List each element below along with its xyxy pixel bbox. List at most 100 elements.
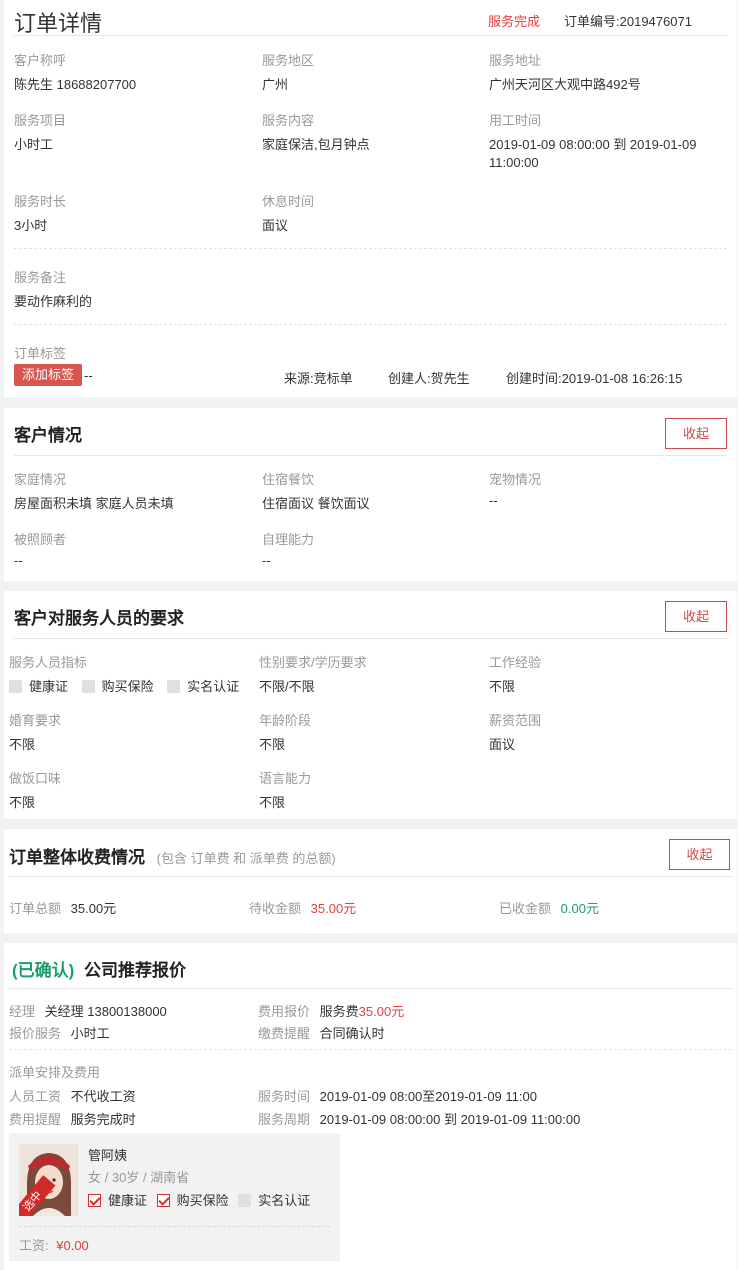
customer-panel: 客户情况 收起 家庭情况 房屋面积未填 家庭人员未填 住宿餐饮 住宿面议 餐饮面… xyxy=(4,408,737,581)
lodging-label: 住宿餐饮 xyxy=(262,472,315,487)
pending-amount-value: 35.00元 xyxy=(310,901,357,916)
service-time-value: 2019-01-09 08:00至2019-01-09 11:00 xyxy=(319,1089,537,1104)
remark-label: 服务备注 xyxy=(14,270,67,285)
family-value: 房屋面积未填 家庭人员未填 xyxy=(14,496,174,511)
self-care-label: 自理能力 xyxy=(262,532,315,547)
quote-section-title: 公司推荐报价 xyxy=(83,961,186,980)
fees-header: 订单整体收费情况 (包含 订单费 和 派单费 的总额) xyxy=(9,843,336,868)
salary-value: 面议 xyxy=(489,737,516,752)
service-address-value: 广州天河区大观中路492号 xyxy=(489,77,641,92)
service-time-row: 服务时间 2019-01-09 08:00至2019-01-09 11:00 xyxy=(258,1086,537,1105)
worker-cert-insurance-label: 购买保险 xyxy=(176,1193,229,1208)
tag-value: -- xyxy=(84,368,93,383)
checkbox-checked-icon xyxy=(156,1194,170,1207)
gender-edu-value: 不限/不限 xyxy=(259,679,315,694)
order-number-value: 2019476071 xyxy=(619,14,692,29)
requirements-section-title: 客户对服务人员的要求 xyxy=(14,609,184,628)
quote-service-row: 报价服务 小时工 xyxy=(9,1023,110,1042)
service-area-label: 服务地区 xyxy=(262,53,315,68)
duration-value: 3小时 xyxy=(14,218,48,233)
fees-panel: 订单整体收费情况 (包含 订单费 和 派单费 的总额) 收起 订单总额 35.0… xyxy=(4,829,737,933)
family-label: 家庭情况 xyxy=(14,472,67,487)
manager-value: 关经理 13800138000 xyxy=(44,1004,167,1019)
created-label: 创建时间: xyxy=(506,371,562,386)
period-value: 2019-01-09 08:00:00 到 2019-01-09 11:00:0… xyxy=(319,1112,581,1127)
service-content-value: 家庭保洁,包月钟点 xyxy=(262,137,370,152)
checkbox-icon xyxy=(9,680,22,693)
total-amount-value: 35.00元 xyxy=(70,901,117,916)
manager-row: 经理 关经理 13800138000 xyxy=(9,1001,167,1020)
work-time-value-line2: 11:00:00 xyxy=(489,155,539,170)
salary-label: 薪资范围 xyxy=(489,713,542,728)
fee-reminder-label: 费用提醒 xyxy=(9,1112,62,1127)
customer-collapse-button[interactable]: 收起 xyxy=(665,418,727,449)
source-value: 竞标单 xyxy=(313,371,353,386)
indicators-label: 服务人员指标 xyxy=(9,655,88,670)
language-value: 不限 xyxy=(259,795,286,810)
worker-name: 管阿姨 xyxy=(88,1148,128,1163)
add-tag-button[interactable]: 添加标签 xyxy=(14,364,83,386)
status-badge: 服务完成 xyxy=(488,14,541,29)
worker-cert-insurance: 购买保险 xyxy=(156,1193,229,1208)
indicator-insurance: 购买保险 xyxy=(81,679,154,694)
checkbox-icon xyxy=(81,680,95,693)
worker-wage-label: 工资: xyxy=(19,1238,49,1253)
quote-confirmed-badge: (已确认) xyxy=(12,961,75,980)
fees-collapse-button[interactable]: 收起 xyxy=(669,839,730,870)
fee-reminder-value: 服务完成时 xyxy=(70,1112,136,1127)
page-title: 订单详情 xyxy=(14,11,103,36)
language-label: 语言能力 xyxy=(259,771,312,786)
lodging-value: 住宿面议 餐饮面议 xyxy=(262,496,370,511)
experience-value: 不限 xyxy=(489,679,516,694)
age-value: 不限 xyxy=(259,737,286,752)
worker-cert-realname: 实名认证 xyxy=(238,1193,310,1208)
worker-wage-value: ¥0.00 xyxy=(56,1238,89,1253)
creator-info: 创建人:贺先生 xyxy=(388,368,470,387)
worker-cert-health: 健康证 xyxy=(88,1193,147,1208)
service-content-label: 服务内容 xyxy=(262,113,315,128)
service-item-label: 服务项目 xyxy=(14,113,67,128)
fee-quote-prefix: 服务费 xyxy=(319,1004,359,1019)
rest-time-label: 休息时间 xyxy=(262,194,315,209)
payment-row: 缴费提醒 合同确认时 xyxy=(258,1023,385,1042)
experience-label: 工作经验 xyxy=(489,655,542,670)
service-address-label: 服务地址 xyxy=(489,53,542,68)
creator-label: 创建人: xyxy=(388,371,431,386)
rest-time-value: 面议 xyxy=(262,218,289,233)
created-info: 创建时间:2019-01-08 16:26:15 xyxy=(506,368,682,387)
total-amount: 订单总额 35.00元 xyxy=(9,898,116,917)
wage-row: 人员工资 不代收工资 xyxy=(9,1086,136,1105)
indicator-realname: 实名认证 xyxy=(167,679,239,694)
customer-section-title: 客户情况 xyxy=(14,426,82,445)
pending-amount: 待收金额 35.00元 xyxy=(249,898,356,917)
requirements-collapse-button[interactable]: 收起 xyxy=(665,601,727,632)
tag-label: 订单标签 xyxy=(14,346,67,361)
indicator-realname-label: 实名认证 xyxy=(187,679,240,694)
source-info: 来源:竞标单 xyxy=(284,368,353,387)
worker-cert-health-label: 健康证 xyxy=(108,1193,148,1208)
checkbox-icon xyxy=(167,680,181,693)
checkbox-icon xyxy=(238,1194,252,1207)
fees-section-title: 订单整体收费情况 xyxy=(9,848,145,867)
cooking-label: 做饭口味 xyxy=(9,771,62,786)
work-time-label: 用工时间 xyxy=(489,113,542,128)
worker-avatar: 选中 xyxy=(19,1144,78,1216)
indicator-health-cert-label: 健康证 xyxy=(29,679,69,694)
fees-subtitle: (包含 订单费 和 派单费 的总额) xyxy=(156,851,336,866)
self-care-value: -- xyxy=(262,553,271,568)
pets-label: 宠物情况 xyxy=(489,472,542,487)
service-area-value: 广州 xyxy=(262,77,289,92)
fee-reminder-row: 费用提醒 服务完成时 xyxy=(9,1109,136,1128)
requirements-panel: 客户对服务人员的要求 收起 服务人员指标 健康证 购买保险 实名认证 性别要求/… xyxy=(4,591,737,819)
service-time-label: 服务时间 xyxy=(258,1089,311,1104)
manager-label: 经理 xyxy=(9,1004,36,1019)
indicator-health-cert: 健康证 xyxy=(9,679,68,694)
cooking-value: 不限 xyxy=(9,795,36,810)
order-number: 订单编号:2019476071 xyxy=(564,11,692,30)
received-amount-label: 已收金额 xyxy=(499,901,552,916)
worker-cert-realname-label: 实名认证 xyxy=(258,1193,311,1208)
marriage-value: 不限 xyxy=(9,737,36,752)
order-detail-panel: 订单详情 服务完成 订单编号:2019476071 客户称呼 陈先生 18688… xyxy=(4,0,737,397)
worker-card[interactable]: 选中 管阿姨 女 / 30岁 / 湖南省 健康证 购买保险 实名认证 工资: ¥… xyxy=(9,1133,340,1261)
total-amount-label: 订单总额 xyxy=(9,901,62,916)
